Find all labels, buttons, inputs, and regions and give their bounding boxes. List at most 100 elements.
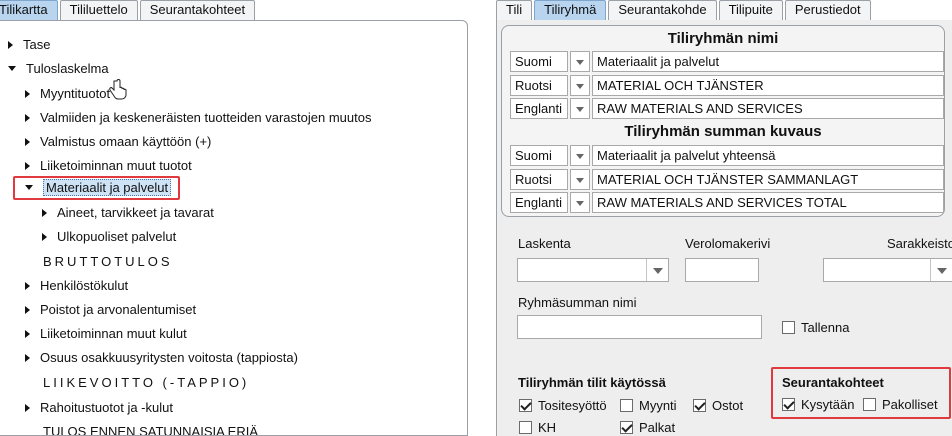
laskenta-select[interactable]	[517, 258, 669, 282]
expand-arrow-icon[interactable]	[25, 403, 30, 412]
tree-item-label: Rahoitustuotot ja -kulut	[40, 400, 173, 415]
collapse-arrow-icon[interactable]	[25, 185, 33, 191]
right-tab-bar: Tili Tiliryhmä Seurantakohde Tilipuite P…	[496, 0, 952, 20]
tree-item-osuus-osakkuusyritysten[interactable]: Osuus osakkuusyritysten voitosta (tappio…	[25, 347, 298, 369]
tree-item-label: Tase	[23, 37, 51, 52]
checkbox-myynti[interactable]: Myynti	[620, 398, 677, 416]
checkbox-tositesyotto[interactable]: Tositesyöttö	[519, 398, 607, 416]
hand-cursor-icon	[109, 79, 127, 100]
checkbox-kh[interactable]: KH	[519, 420, 556, 436]
tracking-title: Seurantakohteet	[782, 375, 884, 390]
tree-item-ulkopuoliset-palvelut[interactable]: Ulkopuoliset palvelut	[42, 226, 176, 248]
checkbox-checked-icon[interactable]	[620, 420, 633, 434]
language-select[interactable]: Suomi	[510, 145, 568, 166]
checkbox-icon[interactable]	[519, 420, 532, 434]
tab-perustiedot[interactable]: Perustiedot	[784, 0, 871, 20]
tab-tilikartta[interactable]: Tilikartta	[0, 0, 58, 20]
language-select[interactable]: Englanti	[510, 98, 568, 119]
tree-item-varastojen-muutos[interactable]: Valmiiden ja keskeneräisten tuotteiden v…	[25, 107, 371, 129]
dropdown-arrow-icon[interactable]	[570, 169, 590, 190]
collapse-arrow-icon[interactable]	[8, 66, 16, 72]
group-name-input[interactable]: RAW MATERIALS AND SERVICES	[592, 98, 944, 119]
checkbox-checked-icon[interactable]	[782, 397, 795, 411]
checkbox-ostot[interactable]: Ostot	[693, 398, 743, 416]
sum-description-input[interactable]: Materiaalit ja palvelut yhteensä	[592, 145, 944, 166]
tree-item-tulos-ennen-satunnaisia[interactable]: TULOS ENNEN SATUNNAISIA ERIÄ	[43, 421, 258, 435]
expand-arrow-icon[interactable]	[25, 89, 30, 98]
expand-arrow-icon[interactable]	[25, 161, 30, 170]
tab-tili[interactable]: Tili	[496, 0, 533, 20]
expand-arrow-icon[interactable]	[25, 137, 30, 146]
dropdown-arrow-icon[interactable]	[570, 98, 590, 119]
tab-tilipuite[interactable]: Tilipuite	[718, 0, 783, 20]
tree-item-label: Aineet, tarvikkeet ja tavarat	[57, 205, 214, 220]
dropdown-arrow-icon[interactable]	[570, 75, 590, 96]
tree-item-liiketoiminnan-muut-tuotot[interactable]: Liiketoiminnan muut tuotot	[25, 155, 192, 177]
checkbox-label: Tositesyöttö	[538, 398, 607, 413]
language-select[interactable]: Suomi	[510, 51, 568, 72]
dropdown-arrow-icon[interactable]	[570, 51, 590, 72]
verolomakerivi-input[interactable]	[685, 258, 759, 282]
tree-item-valmistus-omaan-kayttoon[interactable]: Valmistus omaan käyttöön (+)	[25, 131, 211, 153]
checkbox-icon[interactable]	[863, 397, 876, 411]
tree-item-tuloslaskelma[interactable]: Tuloslaskelma	[8, 58, 109, 80]
language-select[interactable]: Englanti	[510, 192, 568, 213]
group-name-input[interactable]: MATERIAL OCH TJÄNSTER	[592, 75, 944, 96]
checkbox-palkat[interactable]: Palkat	[620, 420, 675, 436]
checkbox-checked-icon[interactable]	[693, 398, 706, 412]
laskenta-label: Laskenta	[518, 236, 571, 251]
tree-item-rahoitustuotot[interactable]: Rahoitustuotot ja -kulut	[25, 397, 173, 419]
ryhmasumman-nimi-input[interactable]	[517, 315, 762, 339]
left-tab-bar: Tilikartta Tililuettelo Seurantakohteet	[0, 0, 480, 20]
tree-item-liiketoiminnan-muut-kulut[interactable]: Liiketoiminnan muut kulut	[25, 323, 187, 345]
tab-seurantakohteet[interactable]: Seurantakohteet	[139, 0, 256, 20]
sum-description-input[interactable]: MATERIAL OCH TJÄNSTER SAMMANLAGT	[592, 169, 944, 190]
checkbox-icon[interactable]	[782, 320, 795, 334]
expand-arrow-icon[interactable]	[25, 353, 30, 362]
tab-tililuettelo[interactable]: Tililuettelo	[59, 0, 138, 20]
language-select[interactable]: Ruotsi	[510, 75, 568, 96]
checkbox-kysytaan[interactable]: Kysytään	[782, 397, 854, 415]
tree-item-aineet-tarvikkeet[interactable]: Aineet, tarvikkeet ja tavarat	[42, 202, 214, 224]
expand-arrow-icon[interactable]	[42, 232, 47, 241]
account-tree: Tase Tuloslaskelma Myyntituotot Valmiide…	[0, 20, 468, 436]
tree-item-liikevoitto[interactable]: LIIKEVOITTO (-TAPPIO)	[43, 372, 249, 394]
checkbox-label: Ostot	[712, 398, 744, 413]
checkbox-pakolliset[interactable]: Pakolliset	[863, 397, 938, 415]
language-select[interactable]: Ruotsi	[510, 169, 568, 190]
checkbox-checked-icon[interactable]	[519, 398, 532, 412]
tallenna-checkbox[interactable]: Tallenna	[782, 320, 849, 338]
group-name-row-swedish: Ruotsi MATERIAL OCH TJÄNSTER	[510, 75, 944, 96]
tree-item-label: Valmistus omaan käyttöön (+)	[40, 134, 212, 149]
dropdown-arrow-icon[interactable]	[570, 192, 590, 213]
checkbox-label: Myynti	[639, 398, 677, 413]
dropdown-arrow-icon[interactable]	[646, 259, 668, 281]
sum-description-input[interactable]: RAW MATERIALS AND SERVICES TOTAL	[592, 192, 944, 213]
tab-seurantakohde[interactable]: Seurantakohde	[608, 0, 717, 20]
tab-tiliryhma[interactable]: Tiliryhmä	[534, 0, 607, 20]
expand-arrow-icon[interactable]	[25, 113, 30, 122]
tree-item-henkilostokulut[interactable]: Henkilöstökulut	[25, 275, 128, 297]
tree-item-materiaalit-ja-palvelut[interactable]: Materiaalit ja palvelut	[25, 177, 172, 199]
dropdown-arrow-icon[interactable]	[570, 145, 590, 166]
tree-item-label: Ulkopuoliset palvelut	[57, 229, 177, 244]
tree-item-myyntituotot[interactable]: Myyntituotot	[25, 83, 110, 105]
expand-arrow-icon[interactable]	[8, 40, 13, 49]
dropdown-arrow-icon[interactable]	[930, 259, 952, 281]
checkbox-label: KH	[538, 420, 557, 435]
expand-arrow-icon[interactable]	[25, 305, 30, 314]
group-name-row-finnish: Suomi Materiaalit ja palvelut	[510, 51, 944, 72]
sarakkeisto-select[interactable]	[823, 258, 952, 282]
expand-arrow-icon[interactable]	[42, 208, 47, 217]
group-name-input[interactable]: Materiaalit ja palvelut	[592, 51, 944, 72]
sum-description-row-finnish: Suomi Materiaalit ja palvelut yhteensä	[510, 145, 944, 166]
tree-item-poistot[interactable]: Poistot ja arvonalentumiset	[25, 299, 196, 321]
expand-arrow-icon[interactable]	[25, 281, 30, 290]
expand-arrow-icon[interactable]	[25, 329, 30, 338]
checkbox-icon[interactable]	[620, 398, 633, 412]
tree-item-label: Myyntituotot	[40, 86, 111, 101]
checkbox-label: Kysytään	[801, 397, 855, 412]
tree-item-bruttotulos[interactable]: BRUTTOTULOS	[43, 251, 173, 273]
tree-item-label: Liiketoiminnan muut kulut	[40, 326, 187, 341]
tree-item-tase[interactable]: Tase	[8, 34, 50, 56]
